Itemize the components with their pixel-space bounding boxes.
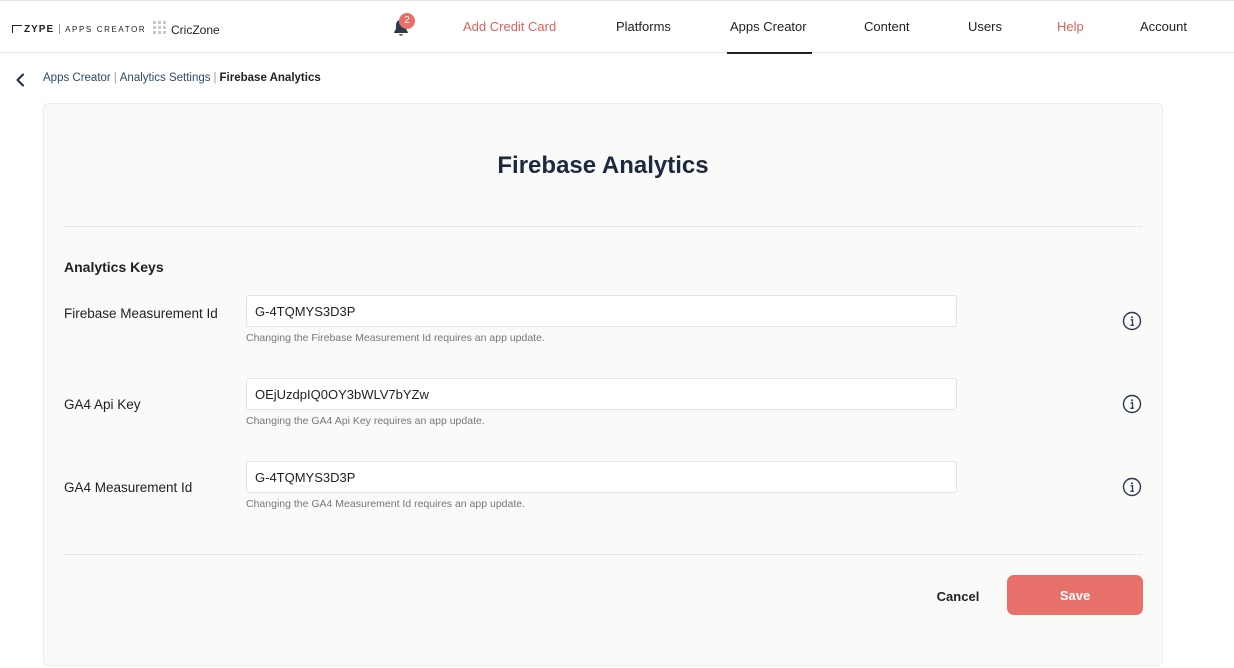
organization-name[interactable]: CricZone — [171, 23, 220, 37]
active-nav-indicator — [727, 52, 812, 54]
firebase-measurement-id-help: Changing the Firebase Measurement Id req… — [246, 332, 545, 344]
breadcrumb: Apps Creator | Analytics Settings | Firebase… — [43, 72, 321, 84]
ga4-api-key-input[interactable] — [246, 378, 957, 410]
footer-divider — [64, 554, 1142, 555]
nav-users[interactable]: Users — [968, 19, 1002, 34]
nav-help[interactable]: Help — [1057, 19, 1084, 34]
zype-logo[interactable]: ZYPE APPS CREATOR — [12, 21, 146, 37]
breadcrumb-separator: | — [113, 72, 117, 84]
chevron-left-icon[interactable] — [14, 73, 26, 87]
info-icon[interactable] — [1122, 477, 1142, 497]
breadcrumb-apps-creator[interactable]: Apps Creator — [43, 72, 111, 84]
title-divider — [64, 226, 1142, 227]
logo-divider — [59, 24, 61, 34]
breadcrumb-separator: | — [213, 72, 217, 84]
ga4-measurement-id-help: Changing the GA4 Measurement Id requires… — [246, 498, 526, 510]
breadcrumb-analytics-settings[interactable]: Analytics Settings — [120, 72, 211, 84]
ga4-measurement-id-input[interactable] — [246, 461, 957, 493]
firebase-analytics-card: Firebase Analytics Analytics Keys Fireba… — [43, 103, 1163, 666]
top-navigation-bar: ZYPE APPS CREATOR CricZone 2 Add Credit … — [0, 0, 1234, 54]
firebase-measurement-id-input[interactable] — [246, 295, 957, 327]
page-title: Firebase Analytics — [497, 152, 709, 179]
info-icon[interactable] — [1122, 311, 1142, 331]
ga4-api-key-label: GA4 Api Key — [64, 397, 141, 412]
save-button[interactable]: Save — [1007, 575, 1143, 615]
notification-count-badge[interactable]: 2 — [399, 13, 415, 29]
info-icon[interactable] — [1122, 394, 1142, 414]
product-name: APPS CREATOR — [65, 24, 147, 34]
section-title: Analytics Keys — [64, 259, 164, 275]
breadcrumb-current: Firebase Analytics — [219, 72, 321, 84]
nav-content[interactable]: Content — [864, 19, 910, 34]
nav-add-credit-card[interactable]: Add Credit Card — [463, 19, 556, 34]
ga4-measurement-id-label: GA4 Measurement Id — [64, 480, 193, 495]
cancel-button[interactable]: Cancel — [924, 576, 992, 616]
firebase-measurement-id-label: Firebase Measurement Id — [64, 306, 218, 321]
zype-logo-mark — [12, 25, 22, 33]
nav-apps-creator[interactable]: Apps Creator — [730, 19, 807, 34]
ga4-api-key-help: Changing the GA4 Api Key requires an app… — [246, 415, 485, 427]
org-grid-icon[interactable] — [153, 21, 166, 34]
nav-platforms[interactable]: Platforms — [616, 19, 671, 34]
nav-account[interactable]: Account — [1140, 19, 1187, 34]
brand-name: ZYPE — [24, 23, 55, 35]
